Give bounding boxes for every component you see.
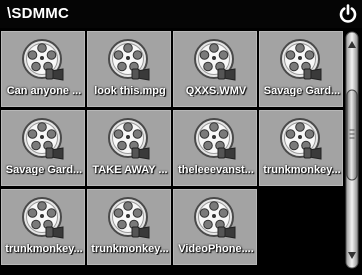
- video-file-icon: [278, 117, 324, 161]
- file-name: trunkmonkey...: [91, 243, 169, 255]
- file-name: QXXS.WMV: [185, 85, 247, 97]
- power-button[interactable]: [336, 2, 360, 26]
- folder-path: \SDMMC: [7, 5, 70, 22]
- file-name: VideoPhone....: [178, 243, 254, 255]
- file-tile[interactable]: QXXS.WMV: [173, 31, 257, 107]
- power-icon: [339, 4, 357, 23]
- scrollbar[interactable]: [343, 30, 361, 270]
- video-file-icon: [20, 38, 66, 82]
- video-file-icon: [192, 117, 238, 161]
- file-tile[interactable]: trunkmonkey...: [1, 189, 85, 265]
- scroll-thumb[interactable]: [346, 89, 358, 181]
- file-tile[interactable]: Savage Gard...: [1, 110, 85, 186]
- file-name: Savage Gard...: [263, 85, 341, 97]
- video-file-icon: [192, 196, 238, 240]
- file-name: trunkmonkey...: [263, 164, 341, 176]
- video-file-icon: [106, 117, 152, 161]
- file-tile[interactable]: look this.mpg: [87, 31, 171, 107]
- file-name: TAKE AWAY ...: [92, 164, 168, 176]
- video-file-icon: [20, 196, 66, 240]
- file-name: trunkmonkey...: [5, 243, 83, 255]
- file-tile[interactable]: Can anyone ...: [1, 31, 85, 107]
- file-name: Savage Gard...: [5, 164, 83, 176]
- video-file-icon: [106, 196, 152, 240]
- file-name: Can anyone ...: [6, 85, 82, 97]
- file-tile[interactable]: VideoPhone....: [173, 189, 257, 265]
- file-tile[interactable]: TAKE AWAY ...: [87, 110, 171, 186]
- title-bar: \SDMMC: [0, 0, 362, 28]
- video-file-icon: [20, 117, 66, 161]
- video-file-icon: [106, 38, 152, 82]
- video-file-icon: [278, 38, 324, 82]
- video-file-icon: [192, 38, 238, 82]
- file-grid: Can anyone ... look this.mpg QXXS.WMV Sa…: [0, 30, 346, 272]
- file-tile[interactable]: trunkmonkey...: [259, 110, 343, 186]
- file-tile[interactable]: theleeevanst...: [173, 110, 257, 186]
- file-tile[interactable]: Savage Gard...: [259, 31, 343, 107]
- file-tile[interactable]: trunkmonkey...: [87, 189, 171, 265]
- file-name: theleeevanst...: [178, 164, 254, 176]
- file-name: look this.mpg: [94, 85, 166, 97]
